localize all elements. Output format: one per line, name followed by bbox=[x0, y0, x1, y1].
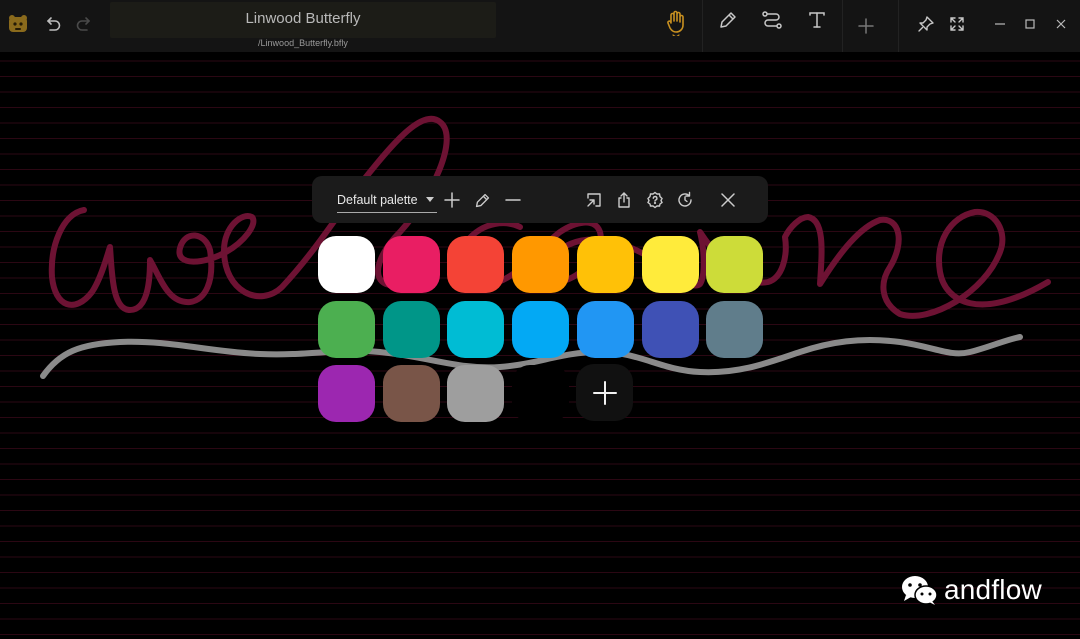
color-swatch[interactable] bbox=[382, 300, 440, 358]
redo-icon[interactable] bbox=[73, 13, 95, 35]
add-color-button[interactable] bbox=[576, 364, 633, 421]
butterfly-logo-icon[interactable] bbox=[6, 12, 30, 36]
color-swatch[interactable] bbox=[512, 365, 570, 422]
color-swatch[interactable] bbox=[447, 236, 505, 293]
add-palette-button[interactable] bbox=[441, 189, 463, 211]
color-swatch[interactable] bbox=[318, 365, 375, 422]
reset-button[interactable] bbox=[674, 189, 696, 211]
share-icon bbox=[618, 192, 630, 208]
palette-name: Default palette bbox=[337, 192, 418, 207]
add-icon bbox=[444, 192, 460, 208]
path-icon[interactable] bbox=[760, 8, 784, 32]
title-bar: Linwood Butterfly /Linwood_Butterfly.bfl… bbox=[0, 0, 1080, 52]
toolbar-divider bbox=[842, 0, 843, 52]
add-icon bbox=[592, 380, 617, 405]
color-swatch[interactable] bbox=[382, 365, 440, 422]
color-swatch[interactable] bbox=[447, 300, 505, 358]
watermark-text: andflow bbox=[944, 574, 1042, 605]
watermark: andflow bbox=[900, 574, 1042, 606]
color-swatch[interactable] bbox=[706, 300, 764, 358]
history-icon bbox=[678, 191, 692, 207]
remove-palette-button[interactable] bbox=[502, 189, 524, 211]
edit-icon bbox=[475, 193, 489, 207]
close-icon bbox=[721, 193, 735, 207]
color-swatch[interactable] bbox=[318, 236, 375, 293]
hand-icon[interactable] bbox=[663, 8, 689, 38]
document-path: /Linwood_Butterfly.bfly bbox=[258, 38, 348, 48]
toolbar-divider bbox=[898, 0, 899, 52]
export-button[interactable] bbox=[613, 189, 635, 211]
minimize-icon[interactable] bbox=[990, 14, 1010, 34]
palette-dropdown[interactable]: Default palette bbox=[337, 187, 437, 213]
maximize-icon[interactable] bbox=[1020, 14, 1040, 34]
minus-icon bbox=[505, 199, 521, 201]
color-swatch[interactable] bbox=[512, 300, 570, 358]
color-swatch[interactable] bbox=[706, 236, 764, 293]
document-title[interactable]: Linwood Butterfly bbox=[110, 10, 496, 27]
color-swatch[interactable] bbox=[641, 236, 699, 293]
color-swatch[interactable] bbox=[512, 236, 570, 293]
color-swatch[interactable] bbox=[576, 300, 634, 358]
import-button[interactable] bbox=[583, 189, 605, 211]
color-swatch[interactable] bbox=[447, 365, 505, 422]
help-button[interactable] bbox=[644, 189, 666, 211]
help-icon bbox=[647, 191, 663, 209]
undo-icon[interactable] bbox=[42, 13, 64, 35]
add-icon[interactable] bbox=[854, 14, 878, 38]
color-swatch[interactable] bbox=[576, 236, 634, 293]
toolbar-divider bbox=[702, 0, 703, 52]
chevron-down-icon bbox=[426, 197, 434, 202]
pen-icon[interactable] bbox=[716, 8, 740, 32]
color-swatch[interactable] bbox=[641, 300, 699, 358]
rename-palette-button[interactable] bbox=[471, 189, 493, 211]
fullscreen-icon[interactable] bbox=[946, 13, 968, 35]
drawing-canvas[interactable]: Default palette bbox=[0, 52, 1080, 639]
close-icon[interactable] bbox=[1051, 14, 1071, 34]
close-palette-button[interactable] bbox=[717, 189, 739, 211]
color-swatch[interactable] bbox=[382, 236, 440, 293]
pin-icon[interactable] bbox=[915, 13, 937, 35]
palette-dialog-toolbar: Default palette bbox=[312, 176, 768, 223]
text-icon[interactable] bbox=[805, 8, 829, 32]
import-icon bbox=[587, 193, 601, 207]
wechat-icon bbox=[902, 576, 938, 605]
color-swatch[interactable] bbox=[318, 300, 375, 358]
